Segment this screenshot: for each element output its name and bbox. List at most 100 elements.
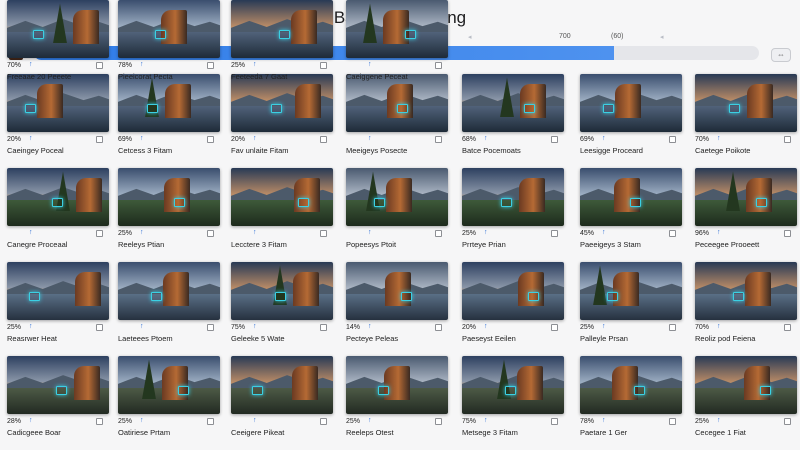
- select-checkbox[interactable]: [96, 136, 103, 143]
- image-thumbnail[interactable]: [7, 356, 109, 414]
- select-checkbox[interactable]: [320, 62, 327, 69]
- up-arrow-icon: ↑: [368, 229, 372, 236]
- image-card[interactable]: 70% ↑ Reoliz pod Feiena: [695, 262, 797, 343]
- select-checkbox[interactable]: [435, 62, 442, 69]
- image-thumbnail[interactable]: [580, 74, 682, 132]
- image-card[interactable]: 28% ↑ Cadicgeee Boar: [7, 356, 109, 437]
- image-thumbnail[interactable]: [580, 356, 682, 414]
- image-card[interactable]: 70% ↑ Caetege Poikote: [695, 74, 797, 155]
- select-checkbox[interactable]: [207, 324, 214, 331]
- image-thumbnail[interactable]: [118, 0, 220, 58]
- select-checkbox[interactable]: [784, 324, 791, 331]
- image-card[interactable]: 25% ↑ Reeleys Ptian: [118, 168, 220, 249]
- image-card[interactable]: 14% ↑ Pecteye Peleas: [346, 262, 448, 343]
- focus-frame-icon: [33, 30, 44, 40]
- select-checkbox[interactable]: [96, 324, 103, 331]
- image-thumbnail[interactable]: [118, 168, 220, 226]
- image-thumbnail[interactable]: [118, 74, 220, 132]
- image-thumbnail[interactable]: [231, 0, 333, 58]
- image-card[interactable]: 25% ↑ Oatiriese Prtam: [118, 356, 220, 437]
- image-card[interactable]: 78% ↑ Pieeicorat Pecta: [118, 0, 220, 81]
- image-card[interactable]: 25% ↑ Feeteeda 7 Gaat: [231, 0, 333, 81]
- select-checkbox[interactable]: [207, 418, 214, 425]
- image-thumbnail[interactable]: [7, 74, 109, 132]
- image-card[interactable]: ↑ Lecctere 3 Fitam: [231, 168, 333, 249]
- image-card[interactable]: 45% ↑ Paeeigeys 3 Stam: [580, 168, 682, 249]
- image-thumbnail[interactable]: [580, 262, 682, 320]
- select-checkbox[interactable]: [96, 62, 103, 69]
- image-thumbnail[interactable]: [346, 262, 448, 320]
- select-checkbox[interactable]: [435, 230, 442, 237]
- image-thumbnail[interactable]: [231, 74, 333, 132]
- select-checkbox[interactable]: [207, 136, 214, 143]
- select-checkbox[interactable]: [669, 230, 676, 237]
- select-checkbox[interactable]: [551, 230, 558, 237]
- image-thumbnail[interactable]: [346, 74, 448, 132]
- image-thumbnail[interactable]: [346, 356, 448, 414]
- image-card[interactable]: 25% ↑ Palleyle Prsan: [580, 262, 682, 343]
- image-thumbnail[interactable]: [346, 0, 448, 58]
- select-checkbox[interactable]: [669, 324, 676, 331]
- select-checkbox[interactable]: [96, 418, 103, 425]
- select-checkbox[interactable]: [435, 418, 442, 425]
- image-card[interactable]: 75% ↑ Geleeke 5 Wate: [231, 262, 333, 343]
- select-checkbox[interactable]: [96, 230, 103, 237]
- image-card[interactable]: 25% ↑ Cecegee 1 Fiat: [695, 356, 797, 437]
- select-checkbox[interactable]: [784, 136, 791, 143]
- image-card[interactable]: 96% ↑ Peceegee Prooeett: [695, 168, 797, 249]
- image-card[interactable]: 75% ↑ Metsege 3 Fitam: [462, 356, 564, 437]
- image-thumbnail[interactable]: [231, 262, 333, 320]
- image-thumbnail[interactable]: [7, 262, 109, 320]
- image-card[interactable]: 25% ↑ Reeleps Otest: [346, 356, 448, 437]
- image-card[interactable]: 25% ↑ Prrteye Prian: [462, 168, 564, 249]
- image-card[interactable]: 69% ↑ Leesigge Proceard: [580, 74, 682, 155]
- select-checkbox[interactable]: [435, 136, 442, 143]
- image-card[interactable]: 68% ↑ Batce Pocemoats: [462, 74, 564, 155]
- image-thumbnail[interactable]: [118, 356, 220, 414]
- image-thumbnail[interactable]: [695, 356, 797, 414]
- image-thumbnail[interactable]: [462, 356, 564, 414]
- image-card[interactable]: 20% ↑ Paeseyst Eeilen: [462, 262, 564, 343]
- select-checkbox[interactable]: [435, 324, 442, 331]
- select-checkbox[interactable]: [784, 230, 791, 237]
- image-thumbnail[interactable]: [7, 0, 109, 58]
- image-card[interactable]: 20% ↑ Caeingey Poceal: [7, 74, 109, 155]
- image-thumbnail[interactable]: [695, 262, 797, 320]
- image-card[interactable]: ↑ Canegre Proceaal: [7, 168, 109, 249]
- select-checkbox[interactable]: [320, 230, 327, 237]
- image-thumbnail[interactable]: [7, 168, 109, 226]
- image-thumbnail[interactable]: [231, 356, 333, 414]
- select-checkbox[interactable]: [320, 136, 327, 143]
- select-checkbox[interactable]: [669, 418, 676, 425]
- image-card[interactable]: 70% ↑ Freeaae 20 Peeete: [7, 0, 109, 81]
- image-thumbnail[interactable]: [231, 168, 333, 226]
- image-thumbnail[interactable]: [346, 168, 448, 226]
- image-card[interactable]: ↑ Popeesys Ptoit: [346, 168, 448, 249]
- image-card[interactable]: ↑ Caeiggene Peceat: [346, 0, 448, 81]
- image-thumbnail[interactable]: [462, 74, 564, 132]
- image-thumbnail[interactable]: [695, 168, 797, 226]
- image-card[interactable]: ↑ Laeteees Ptoem: [118, 262, 220, 343]
- select-checkbox[interactable]: [669, 136, 676, 143]
- select-checkbox[interactable]: [207, 230, 214, 237]
- select-checkbox[interactable]: [320, 418, 327, 425]
- image-card[interactable]: ↑ Ceeigere Pikeat: [231, 356, 333, 437]
- image-thumbnail[interactable]: [462, 168, 564, 226]
- image-card[interactable]: 25% ↑ Reasrwer Heat: [7, 262, 109, 343]
- image-thumbnail[interactable]: [462, 262, 564, 320]
- focus-frame-icon: [528, 292, 539, 302]
- select-checkbox[interactable]: [551, 324, 558, 331]
- image-card[interactable]: 20% ↑ Fav unlaite Fitam: [231, 74, 333, 155]
- select-checkbox[interactable]: [551, 418, 558, 425]
- image-card[interactable]: 69% ↑ Cetcess 3 Fitam: [118, 74, 220, 155]
- select-checkbox[interactable]: [784, 418, 791, 425]
- select-checkbox[interactable]: [551, 136, 558, 143]
- up-arrow-icon: ↑: [602, 135, 606, 142]
- image-card[interactable]: 78% ↑ Paetare 1 Ger: [580, 356, 682, 437]
- image-card[interactable]: ↑ Meeigeys Posecte: [346, 74, 448, 155]
- select-checkbox[interactable]: [320, 324, 327, 331]
- image-thumbnail[interactable]: [695, 74, 797, 132]
- image-thumbnail[interactable]: [580, 168, 682, 226]
- select-checkbox[interactable]: [207, 62, 214, 69]
- image-thumbnail[interactable]: [118, 262, 220, 320]
